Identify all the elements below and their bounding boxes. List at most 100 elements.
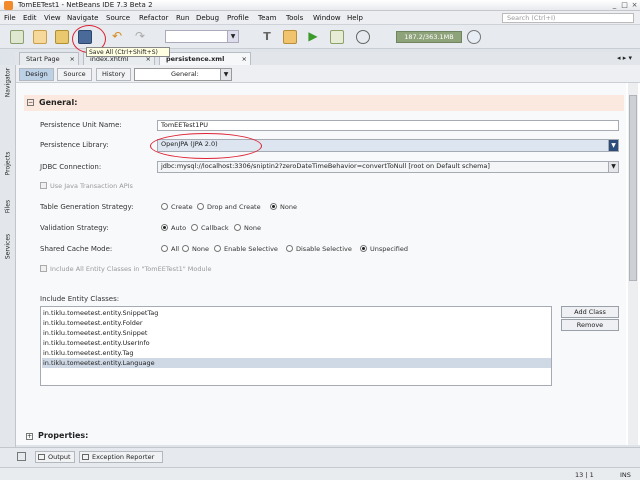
radio-label: All: [171, 245, 180, 253]
cache-disable-selective-radio[interactable]: Disable Selective: [286, 245, 352, 253]
table-generation-label: Table Generation Strategy:: [40, 203, 134, 211]
new-file-icon[interactable]: [10, 30, 24, 44]
new-project-icon[interactable]: [33, 30, 47, 44]
radio-circle-selected: [270, 203, 277, 210]
tab-persistence-xml[interactable]: persistence.xml ×: [159, 52, 251, 65]
menu-refactor[interactable]: Refactor: [139, 14, 168, 22]
services-tab[interactable]: Services: [1, 234, 14, 277]
add-class-button[interactable]: Add Class: [561, 306, 619, 318]
val-none-radio[interactable]: None: [234, 224, 261, 232]
menu-profile[interactable]: Profile: [227, 14, 249, 22]
list-item[interactable]: in.tiklu.tomeetest.entity.Tag: [42, 348, 551, 358]
title-bar: TomEETest1 - NetBeans IDE 7.3 Beta 2 _ □…: [0, 0, 640, 11]
cache-all-radio[interactable]: All: [161, 245, 179, 253]
menu-navigate[interactable]: Navigate: [67, 14, 98, 22]
checkbox-box: [40, 182, 47, 189]
jdbc-connection-select[interactable]: jdbc:mysql://localhost:3306/sniptin2?zer…: [157, 161, 619, 173]
cache-enable-selective-radio[interactable]: Enable Selective: [214, 245, 278, 253]
list-item[interactable]: in.tiklu.tomeetest.entity.Folder: [42, 318, 551, 328]
val-callback-radio[interactable]: Callback: [191, 224, 229, 232]
radio-circle-selected: [161, 224, 168, 231]
radio-label: Drop and Create: [207, 203, 261, 211]
exception-reporter-tab[interactable]: Exception Reporter: [79, 451, 163, 463]
radio-label: None: [192, 245, 209, 253]
tgs-drop-create-radio[interactable]: Drop and Create: [197, 203, 261, 211]
close-tab-icon[interactable]: ×: [70, 53, 75, 65]
list-item[interactable]: in.tiklu.tomeetest.entity.SnippetTag: [42, 308, 551, 318]
menu-window[interactable]: Window: [313, 14, 341, 22]
menu-debug[interactable]: Debug: [196, 14, 219, 22]
section-title: General:: [39, 98, 78, 107]
navigator-tab[interactable]: Navigator: [1, 68, 14, 113]
build-hammer-icon[interactable]: T: [260, 30, 274, 44]
memory-gauge[interactable]: 187.2/363.1MB: [396, 31, 462, 43]
exception-label: Exception Reporter: [92, 453, 155, 461]
maximize-icon[interactable]: □: [620, 1, 629, 10]
output-tab[interactable]: Output: [35, 451, 75, 463]
properties-section-header[interactable]: + Properties:: [24, 431, 88, 440]
include-all-label: Include All Entity Classes in "TomEETest…: [50, 265, 212, 273]
list-item[interactable]: in.tiklu.tomeetest.entity.Language: [42, 358, 551, 368]
restore-window-icon[interactable]: [17, 452, 26, 461]
cache-unspecified-radio[interactable]: Unspecified: [360, 245, 408, 253]
entity-class-list[interactable]: in.tiklu.tomeetest.entity.SnippetTag in.…: [40, 306, 552, 386]
list-item[interactable]: in.tiklu.tomeetest.entity.UserInfo: [42, 338, 551, 348]
profile-icon[interactable]: [356, 30, 370, 44]
tab-scroll-arrows-icon[interactable]: ◂ ▸ ▾: [617, 54, 632, 62]
run-icon[interactable]: ▶: [306, 30, 320, 44]
section-select-value: General:: [171, 70, 199, 78]
menu-source[interactable]: Source: [106, 14, 130, 22]
garbage-collect-icon[interactable]: [467, 30, 481, 44]
scrollbar-thumb[interactable]: [629, 95, 637, 281]
tab-start-page[interactable]: Start Page ×: [19, 52, 79, 65]
close-tab-icon[interactable]: ×: [242, 53, 247, 65]
design-view-button[interactable]: Design: [19, 68, 54, 81]
exception-icon: [82, 454, 89, 460]
open-project-icon[interactable]: [55, 30, 69, 44]
section-select[interactable]: General: ▼: [134, 68, 232, 81]
files-label: Files: [4, 199, 12, 214]
menu-team[interactable]: Team: [258, 14, 277, 22]
expand-icon[interactable]: +: [26, 433, 33, 440]
include-all-checkbox[interactable]: Include All Entity Classes in "TomEETest…: [40, 265, 211, 273]
debug-icon[interactable]: [330, 30, 344, 44]
use-jta-checkbox[interactable]: Use Java Transaction APIs: [40, 182, 133, 190]
tab-label: persistence.xml: [166, 55, 225, 63]
undo-icon[interactable]: ↶: [110, 30, 124, 44]
annotation-circle: [150, 133, 262, 159]
menu-view[interactable]: View: [44, 14, 61, 22]
radio-circle: [214, 245, 221, 252]
list-item[interactable]: in.tiklu.tomeetest.entity.Snippet: [42, 328, 551, 338]
cache-none-radio[interactable]: None: [182, 245, 209, 253]
tgs-create-radio[interactable]: Create: [161, 203, 193, 211]
design-content: − General: Persistence Unit Name: TomEETe…: [16, 83, 626, 445]
history-view-button[interactable]: History: [96, 68, 131, 81]
menu-edit[interactable]: Edit: [23, 14, 37, 22]
clean-build-icon[interactable]: [283, 30, 297, 44]
configuration-combo[interactable]: ▼: [165, 30, 239, 43]
search-input[interactable]: Search (Ctrl+I): [502, 13, 634, 23]
persistence-unit-input[interactable]: TomEETest1PU: [157, 120, 619, 131]
radio-circle: [197, 203, 204, 210]
files-tab[interactable]: Files: [1, 200, 14, 227]
window-title: TomEETest1 - NetBeans IDE 7.3 Beta 2: [18, 1, 153, 9]
val-auto-radio[interactable]: Auto: [161, 224, 186, 232]
menu-tools[interactable]: Tools: [286, 14, 303, 22]
redo-icon[interactable]: ↷: [133, 30, 147, 44]
editor-view-bar: Design Source History General: ▼: [16, 65, 640, 83]
menu-file[interactable]: File: [4, 14, 16, 22]
general-section-header[interactable]: − General:: [24, 95, 624, 111]
output-icon: [38, 454, 45, 460]
menu-help[interactable]: Help: [347, 14, 363, 22]
tgs-none-radio[interactable]: None: [270, 203, 297, 211]
shared-cache-label: Shared Cache Mode:: [40, 245, 113, 253]
save-all-tooltip: Save All (Ctrl+Shift+S): [86, 47, 170, 57]
remove-button[interactable]: Remove: [561, 319, 619, 331]
vertical-scrollbar[interactable]: [628, 83, 638, 445]
collapse-icon[interactable]: −: [27, 99, 34, 106]
persistence-unit-label: Persistence Unit Name:: [40, 121, 122, 129]
menu-run[interactable]: Run: [176, 14, 189, 22]
source-view-button[interactable]: Source: [57, 68, 92, 81]
minimize-icon[interactable]: _: [610, 1, 619, 10]
close-icon[interactable]: ×: [630, 1, 639, 10]
